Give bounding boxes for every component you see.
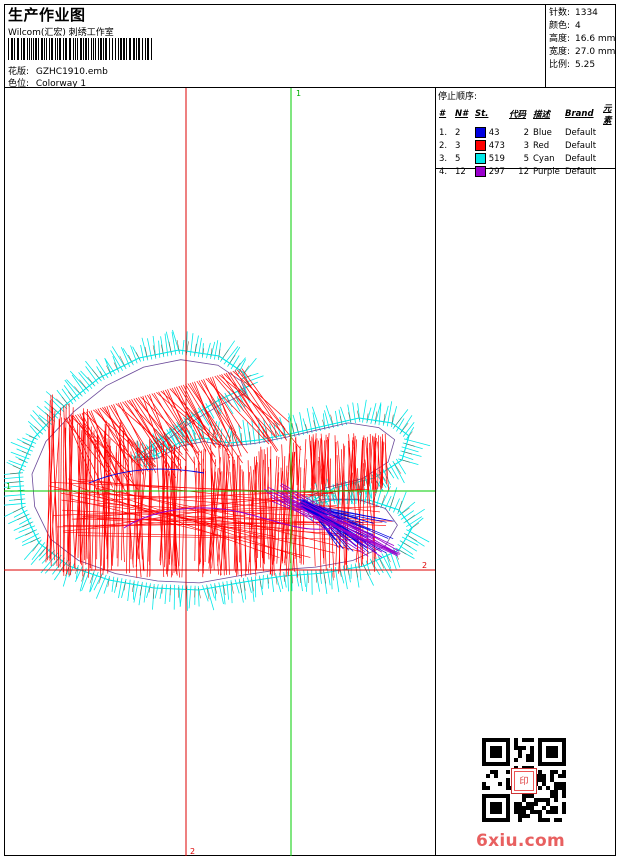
marker-h2: 2 bbox=[422, 561, 427, 570]
col-needle: N# bbox=[455, 109, 469, 119]
row-code: 5 bbox=[523, 153, 529, 164]
col-index: # bbox=[439, 109, 447, 119]
site-logo: 6xiu.com bbox=[476, 831, 566, 851]
row-description: Cyan bbox=[533, 153, 555, 164]
stat-width-value: 27.0 mm bbox=[575, 47, 616, 57]
stat-colors-label: 颜色: bbox=[549, 21, 571, 31]
row-stitch-count: 43 bbox=[488, 128, 500, 138]
row-code: 3 bbox=[523, 140, 529, 151]
col-stitches: St. bbox=[475, 109, 489, 119]
row-brand: Default bbox=[565, 166, 597, 177]
row-index: 4. bbox=[439, 166, 448, 177]
row-code: 12 bbox=[518, 166, 529, 177]
stat-stitches: 针数: 1334 bbox=[549, 5, 598, 18]
stats-panel: 针数: 1334 颜色: 4 高度: 16.6 mm 宽度: 27.0 mm 比例: 5.… bbox=[545, 4, 616, 88]
page-title: 生产作业图 bbox=[8, 6, 86, 24]
table-header-row: # N# St. 代码 描述 Brand 元素 bbox=[437, 102, 616, 126]
table-row: 2. 3 473 3 Red Default bbox=[437, 139, 616, 152]
color-swatch bbox=[475, 153, 486, 164]
row-needle: 3 bbox=[455, 140, 461, 151]
color-swatch bbox=[475, 127, 486, 138]
header-panel: 生产作业图 Wilcom(汇宏) 刺绣工作室 花版: GZHC1910.emb … bbox=[4, 4, 616, 89]
row-description: Red bbox=[533, 140, 550, 151]
stat-stitches-label: 针数: bbox=[549, 8, 571, 18]
marker-v2: 2 bbox=[190, 847, 195, 856]
stitch-artwork bbox=[4, 329, 431, 611]
stat-scale: 比例: 5.25 bbox=[549, 57, 595, 70]
table-row: 1. 2 43 2 Blue Default bbox=[437, 126, 616, 139]
marker-v1: 1 bbox=[296, 89, 301, 98]
row-needle: 12 bbox=[455, 166, 466, 177]
color-swatch bbox=[475, 140, 486, 151]
embroidery-preview: 1 1 2 2 bbox=[4, 88, 435, 856]
stop-sequence-table: # N# St. 代码 描述 Brand 元素 1. 2 43 2 Blue Defau… bbox=[437, 102, 616, 178]
stop-sequence-title: 停止顺序: bbox=[438, 92, 478, 102]
stat-height: 高度: 16.6 mm bbox=[549, 31, 615, 44]
stat-height-label: 高度: bbox=[549, 34, 571, 44]
seal-stamp: 印 bbox=[511, 768, 537, 794]
barcode bbox=[8, 38, 152, 60]
row-element bbox=[601, 126, 616, 139]
table-row: 3. 5 519 5 Cyan Default bbox=[437, 152, 616, 165]
row-stitches: 519 bbox=[473, 152, 507, 165]
stat-height-value: 16.6 mm bbox=[575, 34, 616, 44]
row-stitches: 473 bbox=[473, 139, 507, 152]
row-brand: Default bbox=[565, 127, 597, 138]
row-brand: Default bbox=[565, 140, 597, 151]
stat-scale-label: 比例: bbox=[549, 60, 571, 70]
col-brand: Brand bbox=[565, 109, 594, 119]
marker-h1: 1 bbox=[6, 482, 11, 491]
row-brand: Default bbox=[565, 153, 597, 164]
row-stitch-count: 519 bbox=[488, 154, 505, 164]
stat-width-label: 宽度: bbox=[549, 47, 571, 57]
side-panel: 停止顺序: # N# St. 代码 描述 Brand 元素 1. 2 43 2 Blu… bbox=[435, 88, 616, 856]
row-stitch-count: 473 bbox=[488, 141, 505, 151]
stat-width: 宽度: 27.0 mm bbox=[549, 44, 615, 57]
col-element: 元素 bbox=[603, 104, 612, 126]
row-stitch-count: 297 bbox=[488, 167, 505, 177]
row-stitches: 43 bbox=[473, 126, 507, 139]
stat-colors-value: 4 bbox=[575, 21, 581, 31]
design-canvas: 1 1 2 2 bbox=[4, 88, 435, 856]
stat-stitches-value: 1334 bbox=[575, 8, 598, 18]
row-element bbox=[601, 139, 616, 152]
row-needle: 5 bbox=[455, 153, 461, 164]
row-needle: 2 bbox=[455, 127, 461, 138]
row-description: Purple bbox=[533, 166, 560, 177]
col-code: 代码 bbox=[509, 110, 527, 120]
color-swatch bbox=[475, 166, 486, 177]
table-row: 4. 12 297 12 Purple Default bbox=[437, 165, 616, 178]
stat-scale-value: 5.25 bbox=[575, 60, 596, 70]
row-stitches: 297 bbox=[473, 165, 507, 178]
row-index: 3. bbox=[439, 153, 448, 164]
stat-colors: 颜色: 4 bbox=[549, 18, 581, 31]
row-element bbox=[601, 165, 616, 178]
row-description: Blue bbox=[533, 127, 552, 138]
col-description: 描述 bbox=[533, 110, 551, 120]
row-index: 1. bbox=[439, 127, 448, 138]
row-index: 2. bbox=[439, 140, 448, 151]
row-code: 2 bbox=[523, 127, 529, 138]
studio-subtitle: Wilcom(汇宏) 刺绣工作室 bbox=[8, 28, 114, 38]
row-element bbox=[601, 152, 616, 165]
stop-sequence-panel: 停止顺序: # N# St. 代码 描述 Brand 元素 1. 2 43 2 Blu… bbox=[436, 88, 616, 177]
